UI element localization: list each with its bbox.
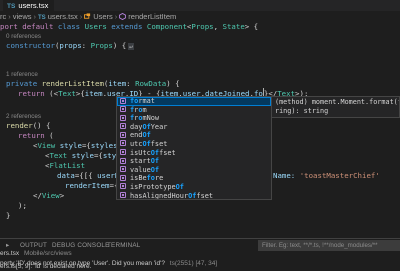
method-symbol-icon bbox=[120, 174, 126, 181]
code-line: return ( bbox=[18, 131, 54, 140]
suggest-item-label-part: day bbox=[130, 122, 143, 131]
suggest-item-label-part: utc bbox=[130, 139, 143, 148]
problems-filter-input[interactable]: Filter. Eg: text, **/*.ts, !**/node_modu… bbox=[258, 240, 400, 251]
method-symbol-icon bbox=[119, 13, 127, 20]
suggest-item[interactable]: isPrototypeOf bbox=[117, 183, 271, 192]
chevron-right-icon: › bbox=[33, 12, 37, 21]
typescript-file-icon: TS bbox=[7, 3, 16, 10]
breadcrumb-item[interactable]: renderListItem bbox=[128, 12, 176, 21]
code-line: ); bbox=[18, 201, 27, 210]
suggest-item-label-part: f bbox=[146, 131, 151, 140]
code-line: render() { bbox=[6, 121, 51, 130]
suggest-item[interactable]: valueOf bbox=[117, 166, 271, 175]
breadcrumb-item[interactable]: Users bbox=[93, 12, 113, 21]
suggest-item-label-part: m bbox=[142, 105, 147, 114]
suggest-item-label-part: re bbox=[154, 174, 164, 183]
method-symbol-icon bbox=[120, 183, 126, 190]
chevron-right-icon: › bbox=[8, 12, 11, 21]
suggest-item-label-part: f bbox=[154, 157, 160, 166]
chevron-right-icon: › bbox=[114, 12, 118, 21]
method-symbol-icon bbox=[120, 166, 126, 173]
code-line: </View> bbox=[33, 191, 65, 200]
breadcrumb-item[interactable]: users.tsx bbox=[48, 12, 78, 21]
code-line-overflow: Name: 'toastMasterChief' bbox=[273, 171, 380, 180]
problems-file-name: ers.tsx bbox=[0, 250, 20, 257]
method-symbol-icon bbox=[120, 123, 126, 130]
suggest-item-label-part: isPrototype bbox=[130, 182, 176, 191]
suggest-item[interactable]: isUtcOffset bbox=[117, 149, 271, 158]
suggest-item[interactable]: hasAlignedHourOffset bbox=[117, 191, 271, 200]
folded-region-icon: ↵ bbox=[128, 43, 134, 50]
method-symbol-icon bbox=[120, 192, 126, 199]
suggest-item[interactable]: fromNow bbox=[117, 114, 271, 123]
suggest-item[interactable]: startOf bbox=[117, 157, 271, 166]
suggest-item[interactable]: dayOfYear bbox=[117, 123, 271, 132]
method-symbol-icon bbox=[120, 97, 126, 104]
suggest-item-label-part: isUtc bbox=[130, 148, 151, 157]
breadcrumb: rc › views › TS users.tsx › Users › renderListIte… bbox=[0, 11, 400, 22]
suggest-item-label-part: f bbox=[179, 182, 184, 191]
suggest-item[interactable]: isBefore bbox=[117, 174, 271, 183]
suggest-item-label-part: Hour bbox=[171, 191, 189, 200]
code-line: <FlatList bbox=[45, 161, 86, 170]
chevron-right-icon: › bbox=[79, 12, 83, 21]
problems-file-row[interactable]: ers.tsx Mobile/src/views bbox=[0, 249, 72, 258]
method-symbol-icon bbox=[120, 114, 126, 121]
method-symbol-icon bbox=[120, 149, 126, 156]
tab-label: users.tsx bbox=[18, 1, 49, 10]
suggest-item-label-part: hasAligned bbox=[130, 191, 172, 200]
suggest-item[interactable]: endOf bbox=[117, 131, 271, 140]
suggest-item-label-part: start bbox=[130, 157, 151, 166]
suggest-item-label-part: value bbox=[130, 165, 151, 174]
method-symbol-icon bbox=[120, 131, 126, 138]
suggest-item-label-part: Be bbox=[138, 174, 147, 183]
method-symbol-icon bbox=[120, 106, 126, 113]
class-symbol-icon bbox=[84, 13, 91, 19]
autocomplete-suggest-list[interactable]: format from fromNow dayOfYear endOf utcOffset… bbox=[116, 96, 272, 200]
breadcrumb-item[interactable]: rc bbox=[0, 12, 6, 21]
suggest-item[interactable]: utcOffset bbox=[117, 140, 271, 149]
code-line: port default class Users extends Compone… bbox=[0, 22, 259, 31]
suggest-item-label-part: mNow bbox=[142, 114, 160, 123]
suggest-item-label-part: rmat bbox=[138, 97, 155, 105]
problems-file-path: Mobile/src/views bbox=[23, 250, 72, 257]
suggest-item-label-part: fo bbox=[146, 174, 155, 183]
typescript-file-icon: TS bbox=[38, 15, 46, 21]
tab-terminal[interactable]: TERMINAL bbox=[107, 239, 140, 253]
suggest-item-label-part: fset bbox=[159, 148, 176, 157]
tab-users-tsx[interactable]: TS users.tsx bbox=[3, 0, 55, 11]
suggest-item[interactable]: format bbox=[117, 97, 271, 106]
breadcrumb-item[interactable]: views bbox=[13, 12, 32, 21]
suggest-item-label-part: f bbox=[154, 165, 160, 174]
method-symbol-icon bbox=[120, 157, 126, 164]
suggest-item-label-part: end bbox=[130, 131, 143, 140]
code-line: constructor(props: Props) {↵ bbox=[6, 41, 134, 50]
editor-tab-bar: TS users.tsx bbox=[0, 0, 400, 11]
suggest-item-label-part: fset bbox=[150, 139, 168, 148]
method-symbol-icon bbox=[120, 140, 126, 147]
suggest-item-label-part: fset bbox=[196, 191, 214, 200]
suggest-details-panel: (method) moment.Moment.format(format rin… bbox=[272, 96, 400, 118]
code-line: } bbox=[6, 211, 11, 220]
suggest-item-label-part: Year bbox=[150, 122, 168, 131]
suggest-item[interactable]: from bbox=[117, 106, 271, 115]
